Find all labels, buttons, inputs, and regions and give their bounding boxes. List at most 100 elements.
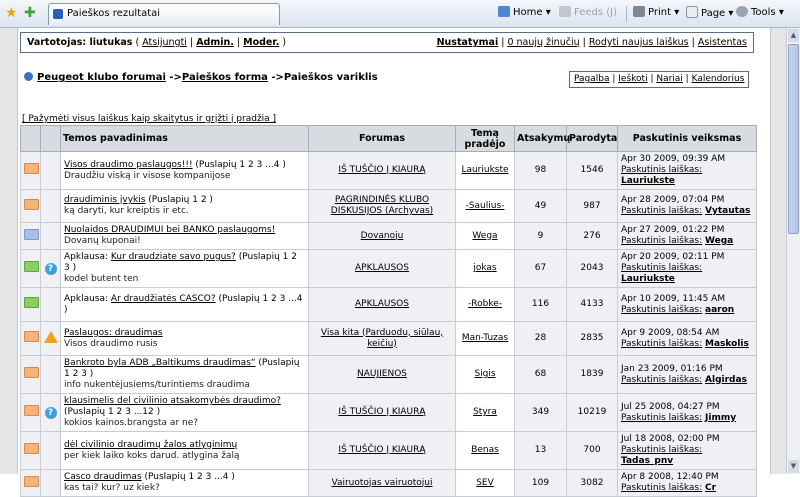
scroll-thumb[interactable] <box>788 44 799 234</box>
author-link[interactable]: Styra <box>473 407 497 417</box>
last-post-link[interactable]: Paskutinis laiškas: <box>621 339 702 349</box>
author-link[interactable]: Wega <box>472 231 497 241</box>
last-poster-link[interactable]: Wega <box>705 236 733 246</box>
forum-cell: APKLAUSOS <box>308 287 456 322</box>
forum-link[interactable]: APKLAUSOS <box>355 299 409 309</box>
last-poster-link[interactable]: Maskolis <box>705 339 749 349</box>
add-favorites-icon[interactable]: ✚ <box>24 6 36 20</box>
tools-menu-button[interactable]: Tools ▾ <box>736 6 784 20</box>
author-link[interactable]: -Robke- <box>468 299 502 309</box>
breadcrumb-forums-link[interactable]: Peugeot klubo forumai <box>37 72 166 83</box>
last-poster-link[interactable]: Tadas_pnv <box>621 456 673 466</box>
last-poster-link[interactable]: Jimmy <box>705 413 736 423</box>
show-new-posts-link[interactable]: Rodyti naujus laiškus <box>589 37 689 48</box>
author-link[interactable]: Sigis <box>474 369 495 379</box>
forum-link[interactable]: Visa kita (Parduodu, siūlau, keičiu) <box>321 328 443 349</box>
new-messages-link[interactable]: 0 naujų žinučių <box>507 37 579 48</box>
author-cell: Benas <box>455 431 515 470</box>
last-post-link[interactable]: Paskutinis laiškas: <box>621 483 702 493</box>
forum-cell: NAUJIENOS <box>308 355 456 394</box>
last-post-link[interactable]: Paskutinis laiškas: <box>621 413 702 423</box>
topic-icon-cell: ? <box>40 393 61 432</box>
last-action-date: Apr 10 2009, 11:45 AM <box>621 293 726 304</box>
topic-status-cell <box>20 287 41 322</box>
last-poster-link[interactable]: Vytautas <box>705 206 750 216</box>
forum-link[interactable]: Vairuotojas vairuotojui <box>332 478 433 488</box>
last-action-cell: Apr 20 2009, 02:11 PM Paskutinis laiškas:… <box>617 249 757 288</box>
forum-link[interactable]: IŠ TUŠČIO Į KIAURĄ <box>338 407 425 417</box>
last-poster-link[interactable]: Algirdas <box>705 375 747 385</box>
author-cell: -Saulius- <box>455 189 515 223</box>
feeds-button[interactable]: Feeds (J) <box>559 6 617 20</box>
forum-link[interactable]: PAGRINDINĖS KLUBO DISKUSIJOS (Archyvas) <box>331 195 433 216</box>
topic-status-cell <box>20 431 41 470</box>
admin-link[interactable]: Admin. <box>196 37 234 48</box>
last-post-link[interactable]: Paskutinis laiškas: <box>621 305 702 315</box>
print-button[interactable]: Print ▾ <box>633 6 679 20</box>
author-link[interactable]: Man-Tuzas <box>462 333 508 343</box>
last-poster-link[interactable]: aaron <box>705 305 734 315</box>
last-poster-link[interactable]: Lauriukste <box>621 176 675 186</box>
last-poster-link[interactable]: Lauriukste <box>621 274 675 284</box>
topic-title-link[interactable]: Kur draudziate savo pugus? <box>111 252 236 262</box>
topic-pages[interactable]: (Puslapių 1 2 3 ...12 ) <box>64 407 160 417</box>
topic-cell: Apklausa: Ar draudžiatės CASCO? (Puslapi… <box>60 287 309 322</box>
author-link[interactable]: Lauriukste <box>461 165 508 175</box>
topic-icon-cell <box>40 355 61 394</box>
topic-icon-cell <box>40 151 61 190</box>
author-link[interactable]: jokas <box>473 263 496 273</box>
vertical-scrollbar[interactable]: ▲ ▼ <box>786 28 800 474</box>
envelope-icon <box>24 367 39 378</box>
topic-title-link[interactable]: Bankroto byla ADB „Baltikums draudimas“ <box>64 358 256 368</box>
forum-link[interactable]: Dovanoju <box>361 231 404 241</box>
assistant-link[interactable]: Asistentas <box>698 37 747 48</box>
forum-link[interactable]: IŠ TUŠČIO Į KIAURĄ <box>338 165 425 175</box>
scroll-up-arrow[interactable]: ▲ <box>788 29 799 42</box>
topic-status-cell <box>20 249 41 288</box>
topic-title-link[interactable]: klausimelis del civilinio atsakomybės dr… <box>64 396 281 406</box>
last-post-link[interactable]: Paskutinis laiškas: <box>621 206 702 216</box>
page-menu-button[interactable]: Page ▾ <box>686 6 733 21</box>
topic-description: Visos draudimo rusis <box>64 338 158 349</box>
topic-title-link[interactable]: Paslaugos: draudimas <box>64 328 163 338</box>
favorites-star-icon[interactable]: ★ <box>5 6 18 20</box>
forum-link[interactable]: IŠ TUŠČIO Į KIAURĄ <box>338 445 425 455</box>
author-cell: Lauriukste <box>455 151 515 190</box>
author-link[interactable]: SEV <box>476 478 494 488</box>
topic-status-cell <box>20 355 41 394</box>
topic-title-link[interactable]: dėl civilinio draudimų žalos atlyginimų <box>64 440 237 450</box>
last-post-link[interactable]: Paskutinis laiškas: <box>621 165 702 175</box>
last-post-link[interactable]: Paskutinis laiškas: <box>621 375 702 385</box>
search-link[interactable]: Ieškoti <box>618 74 647 84</box>
last-post-link[interactable]: Paskutinis laiškas: <box>621 236 702 246</box>
last-post-link[interactable]: Paskutinis laiškas: <box>621 263 702 273</box>
author-link[interactable]: Benas <box>471 445 499 455</box>
home-button[interactable]: Home ▾ <box>498 6 551 20</box>
views-cell: 4133 <box>566 287 618 322</box>
mark-all-read-link[interactable]: [ Pažymėti visus laiškus kaip skaitytus … <box>22 114 276 124</box>
members-link[interactable]: Nariai <box>656 74 682 84</box>
last-post-link[interactable]: Paskutinis laiškas: <box>621 445 702 455</box>
forum-link[interactable]: APKLAUSOS <box>355 263 409 273</box>
author-link[interactable]: -Saulius- <box>466 201 505 211</box>
help-link[interactable]: Pagalba <box>574 74 610 84</box>
topic-status-cell <box>20 393 41 432</box>
forum-link[interactable]: NAUJIENOS <box>357 369 407 379</box>
topic-title-link[interactable]: Ar draudžiatės CASCO? <box>111 294 216 304</box>
browser-tab[interactable]: Paieškos rezultatai <box>48 3 280 25</box>
scroll-down-arrow[interactable]: ▼ <box>788 460 799 473</box>
moder-link[interactable]: Moder. <box>243 37 279 48</box>
topic-pages[interactable]: (Puslapių 1 2 ) <box>145 195 213 205</box>
breadcrumb-search-form-link[interactable]: Paieškos forma <box>182 72 268 83</box>
calendar-link[interactable]: Kalendorius <box>692 74 745 84</box>
topic-title-link[interactable]: Nuolaidos DRAUDIMUI bei BANKO paslaugoms… <box>64 225 275 235</box>
forum-cell: IŠ TUŠČIO Į KIAURĄ <box>308 151 456 190</box>
last-poster-link[interactable]: Cr <box>705 483 716 493</box>
settings-link[interactable]: Nustatymai <box>437 37 499 48</box>
topic-title-link[interactable]: Visos draudimo paslaugos!!! <box>64 160 193 170</box>
table-header-row: Temos pavadinimas Forumas Temą pradėjo A… <box>20 125 757 152</box>
topic-title-link[interactable]: draudiminis įvykis <box>64 195 145 205</box>
replies-cell: 49 <box>514 189 567 223</box>
logout-link[interactable]: Atsijungti <box>142 37 187 48</box>
topic-pages[interactable]: (Puslapių 1 2 3 ...4 ) <box>193 160 285 170</box>
